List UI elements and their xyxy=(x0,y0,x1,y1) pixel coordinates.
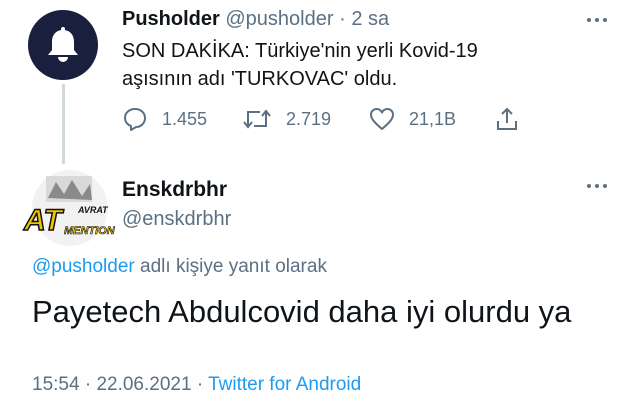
share-button[interactable] xyxy=(494,104,520,134)
reply-handle[interactable]: @enskdrbhr xyxy=(122,208,231,231)
avatar-image: AVRAT AT MENTION xyxy=(22,170,116,246)
parent-tweet-header: Pusholder @pusholder · 2 sa xyxy=(122,8,389,31)
reply-button[interactable]: 1.455 xyxy=(122,104,207,134)
reply-display-name[interactable]: Enskdrbhr xyxy=(122,178,227,202)
replying-to: @pusholder adlı kişiye yanıt olarak xyxy=(32,256,327,278)
avatar-text-main: AT xyxy=(23,204,64,237)
tweet-date[interactable]: 22.06.2021 xyxy=(96,374,191,395)
retweet-count: 2.719 xyxy=(286,108,332,129)
bell-icon xyxy=(48,27,78,62)
tweet-thread: Pusholder @pusholder · 2 sa SON DAKİKA: … xyxy=(0,0,635,406)
more-options-icon xyxy=(587,18,607,22)
parent-handle[interactable]: @pusholder xyxy=(225,8,333,30)
avatar-text-top: AVRAT xyxy=(77,205,109,215)
reply-count: 1.455 xyxy=(162,108,208,129)
tweet-time[interactable]: 15:54 xyxy=(32,374,80,395)
reply-icon xyxy=(124,108,146,131)
retweet-button[interactable]: 2.719 xyxy=(242,104,331,134)
tweet-meta: 15:54 · 22.06.2021 · Twitter for Android xyxy=(32,374,361,396)
parent-action-bar: 1.455 2.719 21,1B xyxy=(122,104,522,134)
header-separator: · xyxy=(339,8,346,30)
avatar-text-bottom: MENTION xyxy=(64,225,116,237)
replying-to-handle-link[interactable]: @pusholder xyxy=(32,256,135,277)
parent-display-name[interactable]: Pusholder xyxy=(122,8,220,30)
parent-more-button[interactable] xyxy=(582,8,612,32)
thread-connector-line xyxy=(62,84,65,164)
meta-separator-1: · xyxy=(84,374,92,395)
parent-time-ago[interactable]: 2 sa xyxy=(351,8,389,30)
parent-tweet-text: SON DAKİKA: Türkiye'nin yerli Kovid-19 a… xyxy=(122,37,582,93)
like-button[interactable]: 21,1B xyxy=(369,104,456,134)
share-icon xyxy=(497,107,517,130)
like-count: 21,1B xyxy=(409,108,457,129)
parent-text-line1: SON DAKİKA: Türkiye'nin yerli Kovid-19 xyxy=(122,40,478,62)
more-options-icon xyxy=(587,184,607,188)
tweet-source-link[interactable]: Twitter for Android xyxy=(208,374,361,395)
reply-tweet-text: Payetech Abdulcovid daha iyi olurdu ya xyxy=(32,294,572,329)
heart-icon xyxy=(370,108,394,130)
pusholder-avatar[interactable] xyxy=(28,10,98,80)
retweet-icon xyxy=(243,109,271,129)
meta-separator-2: · xyxy=(196,374,204,395)
replying-to-suffix: adlı kişiye yanıt olarak xyxy=(140,256,327,277)
enskdrbhr-avatar[interactable]: AVRAT AT MENTION xyxy=(20,168,118,248)
parent-text-line2: aşısının adı 'TURKOVAC' oldu. xyxy=(122,68,398,90)
reply-more-button[interactable] xyxy=(582,174,612,198)
